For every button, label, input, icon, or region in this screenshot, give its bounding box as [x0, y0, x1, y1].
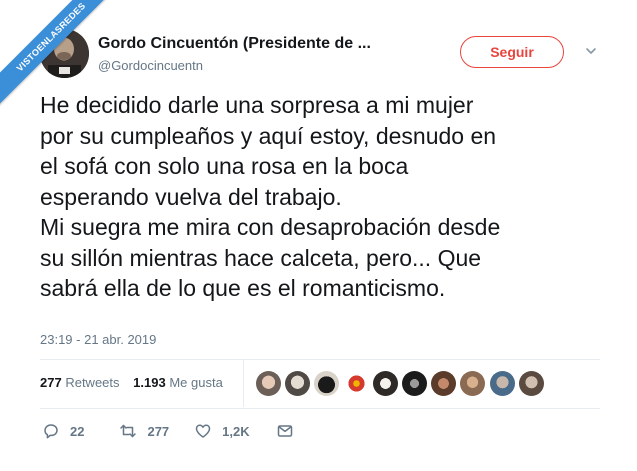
like-button[interactable]: 1,2K — [194, 422, 250, 440]
message-button[interactable] — [276, 422, 294, 440]
author-name[interactable]: Gordo Cincuentón (Presidente de ... — [98, 35, 371, 53]
like-count: 1,2K — [222, 423, 250, 439]
watermark-ribbon: VISTOENLASREDES — [0, 0, 130, 130]
retweet-count: 277 — [147, 423, 170, 439]
liker-avatar[interactable] — [401, 371, 427, 396]
liker-avatar[interactable] — [431, 371, 457, 396]
tweet-timestamp[interactable]: 23:19 - 21 abr. 2019 — [40, 332, 156, 347]
liker-avatar[interactable] — [314, 371, 340, 396]
likers-avatars — [256, 371, 548, 397]
liker-avatar[interactable] — [518, 371, 544, 396]
stats-separator — [243, 360, 244, 407]
divider — [40, 408, 600, 409]
reply-icon — [44, 424, 58, 439]
reply-button[interactable]: 22 — [42, 422, 84, 440]
liker-avatar[interactable] — [489, 371, 515, 396]
liker-avatar[interactable] — [285, 371, 311, 396]
liker-avatar[interactable] — [460, 371, 486, 396]
follow-button[interactable]: Seguir — [460, 36, 564, 68]
liker-avatar[interactable] — [343, 371, 369, 396]
reply-count: 22 — [70, 423, 85, 439]
retweet-icon — [120, 424, 137, 438]
tweet-line: esperando vuelva del trabajo. — [40, 183, 342, 210]
watermark-text: VISTOENLASREDES — [0, 0, 126, 112]
heart-icon — [195, 424, 211, 438]
liker-avatar[interactable] — [256, 371, 281, 396]
chevron-down-icon[interactable] — [584, 44, 598, 58]
tweet-line: Mi suegra me mira con desaprobación desd… — [40, 214, 501, 240]
tweet-actions: 22 277 1,2K — [42, 420, 294, 442]
liker-avatar[interactable] — [372, 371, 398, 396]
envelope-icon — [277, 425, 292, 437]
retweets-label[interactable]: Retweets — [65, 375, 119, 390]
likes-label[interactable]: Me gusta — [169, 375, 222, 390]
engagement-stats: 277 Retweets 1.193 Me gusta — [40, 375, 223, 390]
tweet-line: el sofá con solo una rosa en la boca — [40, 153, 409, 179]
tweet-line: sabrá ella de lo que es el romanticismo. — [40, 275, 446, 301]
retweets-count[interactable]: 277 — [40, 375, 62, 390]
likes-count[interactable]: 1.193 — [133, 375, 166, 390]
tweet-line: su sillón mientras hace calceta, pero...… — [40, 244, 482, 271]
retweet-button[interactable]: 277 — [119, 422, 169, 440]
divider — [40, 359, 600, 360]
